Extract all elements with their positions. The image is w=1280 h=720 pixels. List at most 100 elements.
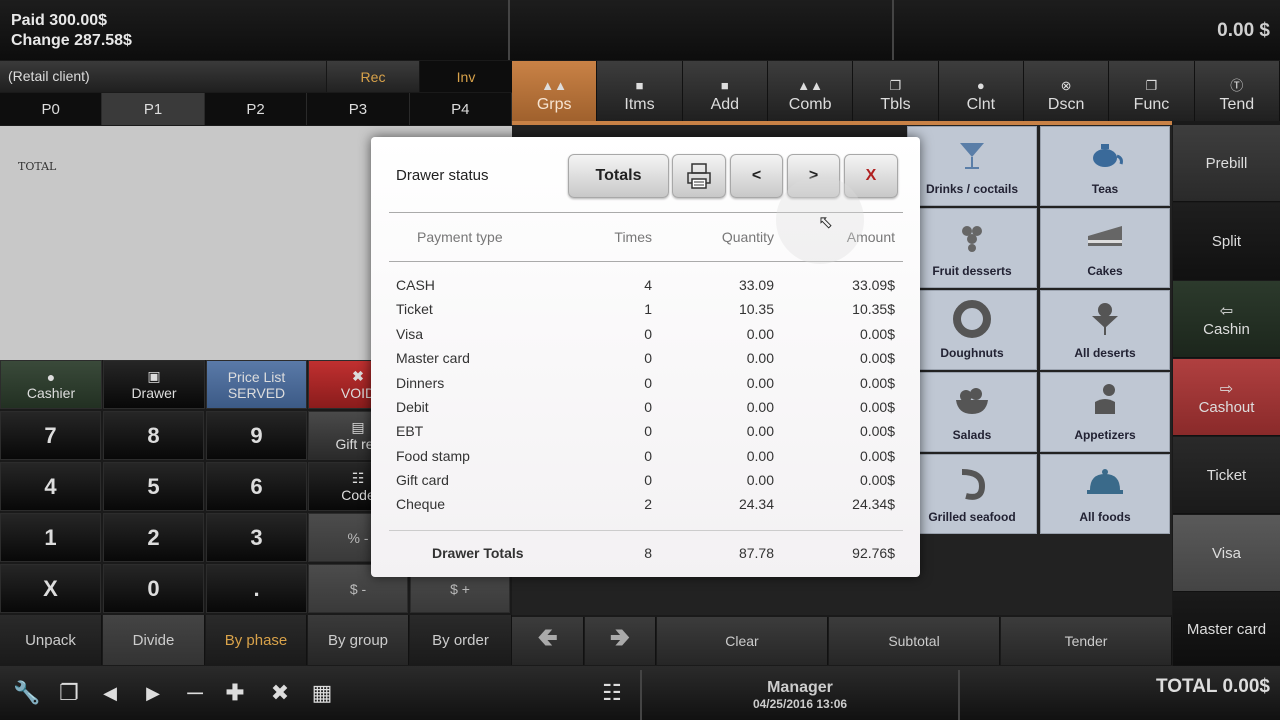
tile-appetizers[interactable]: Appetizers	[1040, 372, 1170, 452]
key-6[interactable]: 6	[206, 462, 307, 511]
void-label: VOID	[340, 385, 376, 401]
visa-button[interactable]: Visa	[1173, 515, 1280, 592]
price-level-p0[interactable]: P0	[0, 93, 103, 125]
minus-icon[interactable]: ─	[178, 676, 212, 710]
tab-comb[interactable]: ▲▲ Comb	[767, 61, 854, 121]
price-level-p1[interactable]: P1	[102, 93, 205, 125]
key-2[interactable]: 2	[103, 513, 204, 562]
gift-icon: ▤	[351, 419, 365, 435]
tab-itms-label: Itms	[624, 96, 655, 113]
by-order-button[interactable]: By order	[410, 615, 512, 665]
price-list-button[interactable]: Price List SERVED	[206, 360, 307, 409]
tab-func[interactable]: ❐ Func	[1109, 61, 1195, 121]
key-3[interactable]: 3	[206, 513, 307, 562]
tab-func-label: Func	[1133, 96, 1170, 113]
print-button[interactable]	[672, 154, 726, 198]
inv-button[interactable]: Inv	[420, 61, 512, 92]
tile-grilled-seafood[interactable]: Grilled seafood	[907, 454, 1037, 534]
key-0[interactable]: 0	[103, 564, 204, 613]
chef-icon	[1085, 373, 1125, 428]
prev-arrow-button[interactable]: 🢀	[512, 617, 584, 665]
tab-itms[interactable]: ■ Itms	[597, 61, 683, 121]
drawer-button[interactable]: ▣ Drawer	[103, 360, 205, 409]
arrow-left-icon[interactable]: ◀	[93, 676, 127, 710]
ticket-total-label: TOTAL	[18, 160, 57, 173]
clear-button[interactable]: Clear	[657, 617, 828, 665]
totals-button[interactable]: Totals	[568, 154, 669, 198]
key-9[interactable]: 9	[206, 411, 307, 460]
tile-drinks-coctails[interactable]: Drinks / coctails	[907, 126, 1037, 206]
tab-tbls[interactable]: ❐ Tbls	[853, 61, 939, 121]
key-dot[interactable]: .	[206, 564, 307, 613]
tile-label: Fruit desserts	[932, 264, 1012, 278]
tender-button[interactable]: Tender	[1001, 617, 1172, 665]
tile-label: Drinks / coctails	[925, 182, 1019, 196]
code-label: Code	[341, 487, 375, 503]
divider	[389, 530, 903, 531]
unpack-button[interactable]: Unpack	[0, 615, 102, 665]
col-header-type: Payment type	[417, 229, 503, 245]
dollar-icon: Ⓣ	[1230, 78, 1244, 93]
master-card-button[interactable]: Master card	[1173, 593, 1280, 666]
tile-doughnuts[interactable]: Doughnuts	[907, 290, 1037, 370]
cashout-button[interactable]: ⇨ Cashout	[1173, 359, 1280, 436]
split-button[interactable]: Split	[1173, 203, 1280, 280]
rec-button[interactable]: Rec	[327, 61, 419, 92]
subtotal-button[interactable]: Subtotal	[829, 617, 1000, 665]
tab-grps-label: Grps	[536, 96, 572, 113]
close-icon[interactable]: ✖	[263, 676, 297, 710]
tile-all-deserts[interactable]: All deserts	[1040, 290, 1170, 370]
price-level-p3[interactable]: P3	[307, 93, 410, 125]
plus-icon[interactable]: ✚	[218, 676, 252, 710]
tile-fruit-desserts[interactable]: Fruit desserts	[907, 208, 1037, 288]
tab-tend[interactable]: Ⓣ Tend	[1194, 61, 1280, 121]
prev-button[interactable]: <	[730, 154, 783, 198]
user-name: Manager	[767, 679, 833, 696]
barcode-icon[interactable]: ☷	[595, 676, 629, 710]
next-arrow-button[interactable]: 🢂	[585, 617, 656, 665]
tile-label: Cakes	[1087, 264, 1123, 278]
tile-salads[interactable]: Salads	[907, 372, 1037, 452]
items-icon: ■	[635, 78, 644, 93]
add-icon: ■	[720, 78, 729, 93]
totals-row: Drawer Totals 8 87.78 92.76$	[432, 545, 895, 561]
divide-button[interactable]: Divide	[103, 615, 205, 665]
cashin-label: Cashin	[1203, 320, 1250, 338]
key-x[interactable]: X	[0, 564, 101, 613]
tile-teas[interactable]: Teas	[1040, 126, 1170, 206]
tab-dscn[interactable]: ⊗ Dscn	[1023, 61, 1110, 121]
price-level-p2[interactable]: P2	[204, 93, 308, 125]
tab-clnt[interactable]: ● Clnt	[938, 61, 1024, 121]
table-row: CASH 4 33.09 33.09$	[396, 277, 895, 293]
cocktail-icon	[954, 127, 990, 182]
client-name[interactable]: (Retail client)	[0, 61, 326, 92]
user-info: Manager 04/25/2016 13:06	[640, 670, 960, 720]
tab-add[interactable]: ■ Add	[682, 61, 768, 121]
key-1[interactable]: 1	[0, 513, 101, 562]
key-7[interactable]: 7	[0, 411, 101, 460]
category-nav: ▲▲ Grps ■ Itms ■ Add ▲▲ Comb ❐ Tbls ● Clnt ⊗ Ds…	[512, 61, 1280, 121]
tile-label: All foods	[1079, 510, 1131, 524]
barcode-icon: ☷	[351, 470, 365, 486]
col-header-times: Times	[614, 229, 652, 245]
copy-icon[interactable]: ❐	[52, 676, 86, 710]
calculator-icon[interactable]: ▦	[305, 676, 339, 710]
datetime: 04/25/2016 13:06	[752, 697, 848, 711]
cashier-button[interactable]: ● Cashier	[0, 360, 102, 409]
by-group-button[interactable]: By group	[308, 615, 409, 665]
arrow-right-icon[interactable]: ▶	[136, 676, 170, 710]
table-row: Cheque 2 24.34 24.34$	[396, 496, 895, 512]
tile-cakes[interactable]: Cakes	[1040, 208, 1170, 288]
tile-all-foods[interactable]: All foods	[1040, 454, 1170, 534]
key-4[interactable]: 4	[0, 462, 101, 511]
ticket-button[interactable]: Ticket	[1173, 437, 1280, 514]
tab-grps[interactable]: ▲▲ Grps	[512, 61, 598, 121]
price-level-p4[interactable]: P4	[409, 93, 513, 125]
by-phase-button[interactable]: By phase	[206, 615, 307, 665]
wrench-icon[interactable]: 🔧	[10, 676, 44, 710]
key-8[interactable]: 8	[103, 411, 204, 460]
table-row: Debit 0 0.00 0.00$	[396, 399, 895, 415]
key-5[interactable]: 5	[103, 462, 204, 511]
cashin-button[interactable]: ⇦ Cashin	[1173, 281, 1280, 358]
prebill-button[interactable]: Prebill	[1173, 125, 1280, 202]
